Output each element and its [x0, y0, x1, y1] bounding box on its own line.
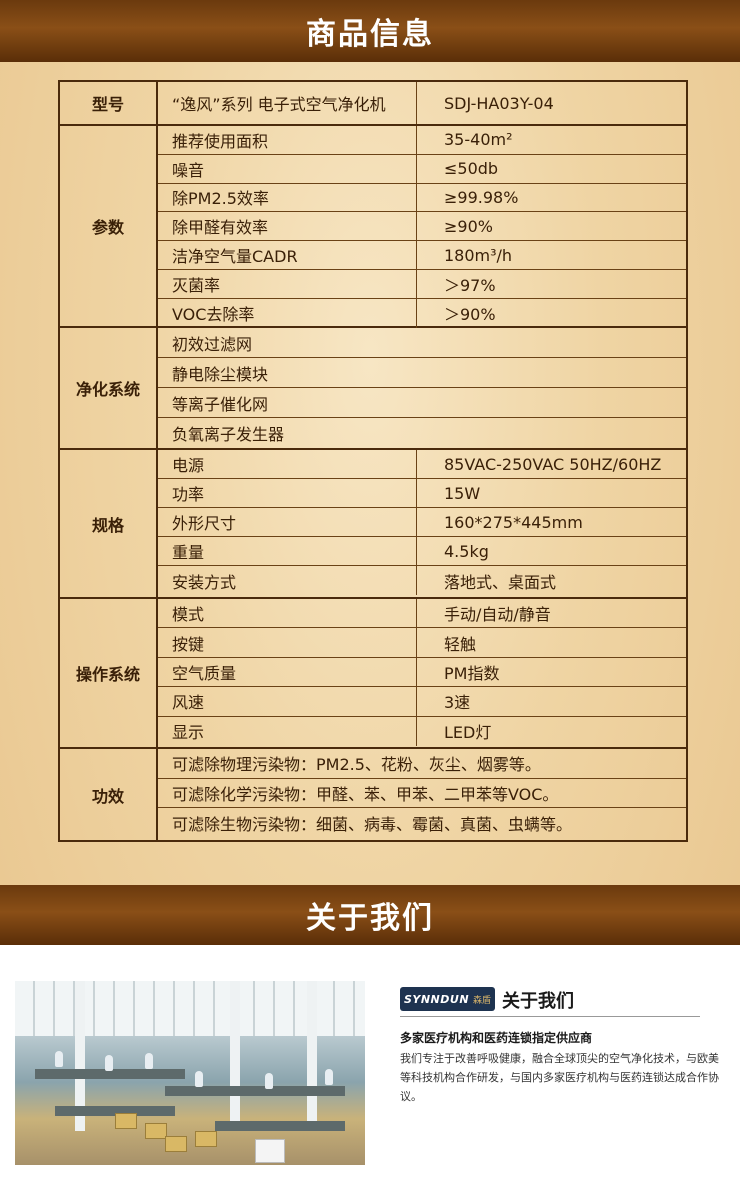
spec-value: 35-40m²	[444, 130, 513, 150]
spec-value: 3速	[444, 693, 471, 713]
effect-section: 功效 可滤除物理污染物：PM2.5、花粉、灰尘、烟雾等。 可滤除化学污染物：甲醛、…	[60, 749, 686, 840]
product-info-banner: 商品信息	[0, 0, 740, 62]
spec-row: 安装方式 落地式、桌面式	[158, 566, 686, 595]
size-label: 规格	[60, 450, 158, 597]
model-row: “逸风”系列 电子式空气净化机 SDJ-HA03Y-04	[158, 82, 686, 124]
spec-row: 静电除尘模块	[158, 358, 686, 388]
spec-row: 风速 3速	[158, 687, 686, 717]
spec-key: 功率	[172, 485, 205, 504]
spec-value: 85VAC-250VAC 50HZ/60HZ	[444, 454, 662, 474]
params-label: 参数	[60, 126, 158, 326]
spec-row: 等离子催化网	[158, 388, 686, 418]
spec-key: 灭菌率	[172, 275, 221, 295]
spec-row: 初效过滤网	[158, 328, 686, 358]
spec-key: 按键	[172, 634, 205, 654]
spec-key: 推荐使用面积	[172, 131, 269, 151]
spec-row: 可滤除物理污染物：PM2.5、花粉、灰尘、烟雾等。	[158, 749, 686, 779]
operate-label: 操作系统	[60, 599, 158, 747]
brand-logo-text: SYNNDUN	[403, 992, 470, 1006]
spec-row: 可滤除生物污染物：细菌、病毒、霉菌、真菌、虫螨等。	[158, 808, 686, 838]
spec-item: 可滤除化学污染物：甲醛、苯、甲苯、二甲苯等VOC。	[172, 784, 559, 804]
spec-item: 可滤除生物污染物：细菌、病毒、霉菌、真菌、虫螨等。	[172, 814, 573, 834]
spec-key: 显示	[172, 723, 205, 743]
about-banner: 关于我们	[0, 885, 740, 945]
spec-value: ＞97%	[444, 275, 496, 295]
page: 商品信息 型号 “逸风”系列 电子式空气净化机 SDJ-HA03Y-04 参数 …	[0, 0, 740, 1192]
spec-row: 推荐使用面积 35-40m²	[158, 126, 686, 155]
spec-key: 除PM2.5效率	[172, 189, 269, 209]
spec-row: 功率 15W	[158, 479, 686, 508]
spec-value: ＞90%	[444, 305, 496, 325]
factory-photo	[15, 981, 365, 1165]
spec-row: 洁净空气量CADR 180m³/h	[158, 241, 686, 270]
spec-item: 初效过滤网	[172, 334, 253, 354]
brand-logo: SYNNDUN 森盾	[400, 987, 495, 1011]
spec-key: 洁净空气量CADR	[172, 247, 298, 267]
model-section: 型号 “逸风”系列 电子式空气净化机 SDJ-HA03Y-04	[60, 82, 686, 126]
spec-value: ≤50db	[444, 159, 499, 179]
spec-row: 除甲醛有效率 ≥90%	[158, 212, 686, 242]
spec-value: PM指数	[444, 663, 500, 683]
spec-row: 按键 轻触	[158, 628, 686, 658]
spec-row: 显示 LED灯	[158, 716, 686, 746]
spec-key: 安装方式	[172, 572, 237, 592]
spec-row: VOC去除率 ＞90%	[158, 298, 686, 328]
model-label: 型号	[60, 82, 158, 124]
spec-value: ≥90%	[444, 216, 493, 236]
spec-key: 模式	[172, 605, 205, 625]
spec-value: 手动/自动/静音	[444, 605, 551, 625]
about-headline: 多家医疗机构和医药连锁指定供应商	[400, 1031, 593, 1045]
spec-row: 灭菌率 ＞97%	[158, 269, 686, 299]
spec-row: 除PM2.5效率 ≥99.98%	[158, 183, 686, 213]
spec-row: 重量 4.5kg	[158, 537, 686, 566]
spec-value: 轻触	[444, 634, 477, 654]
spec-row: 空气质量 PM指数	[158, 657, 686, 688]
params-section: 参数 推荐使用面积 35-40m² 噪音 ≤50db 除PM2.5效率 ≥99.98% 除甲…	[60, 126, 686, 328]
spec-key: 外形尺寸	[172, 514, 237, 533]
spec-value: 180m³/h	[444, 245, 513, 265]
spec-item: 静电除尘模块	[172, 364, 269, 384]
spec-value: LED灯	[444, 723, 492, 743]
purify-label: 净化系统	[60, 328, 158, 448]
spec-row: 负氧离子发生器	[158, 418, 686, 448]
spec-value: ≥99.98%	[444, 187, 519, 207]
spec-value: 4.5kg	[444, 541, 489, 561]
about-section: SYNNDUN 森盾 关于我们 多家医疗机构和医药连锁指定供应商 我们专注于改善…	[0, 945, 740, 1192]
about-divider	[400, 1016, 700, 1017]
spec-key: 重量	[172, 543, 205, 562]
spec-key: 除甲醛有效率	[172, 218, 269, 238]
spec-key: 噪音	[172, 160, 205, 180]
spec-row: 可滤除化学污染物：甲醛、苯、甲苯、二甲苯等VOC。	[158, 779, 686, 808]
effect-label: 功效	[60, 749, 158, 840]
spec-row: 噪音 ≤50db	[158, 154, 686, 184]
spec-item: 可滤除物理污染物：PM2.5、花粉、灰尘、烟雾等。	[172, 755, 541, 775]
spec-key: 空气质量	[172, 663, 237, 683]
spec-value: 160*275*445mm	[444, 512, 583, 532]
size-section: 规格 电源 85VAC-250VAC 50HZ/60HZ 功率 15W 外形尺寸 160*…	[60, 450, 686, 599]
spec-table: 型号 “逸风”系列 电子式空气净化机 SDJ-HA03Y-04 参数 推荐使用面…	[58, 80, 688, 842]
purify-section: 净化系统 初效过滤网静电除尘模块 等离子催化网 负氧离子发生器	[60, 328, 686, 450]
spec-item: 等离子催化网	[172, 394, 269, 414]
brand-logo-cn: 森盾	[473, 995, 492, 1006]
spec-key: VOC去除率	[172, 305, 255, 325]
model-code: SDJ-HA03Y-04	[444, 93, 554, 113]
product-info-title: 商品信息	[306, 17, 434, 52]
spec-row: 模式 手动/自动/静音	[158, 599, 686, 629]
operate-section: 操作系统 模式 手动/自动/静音按键 轻触空气质量 PM指数风速 3速显示 LED灯	[60, 599, 686, 749]
spec-value: 15W	[444, 483, 481, 503]
spec-row: 电源 85VAC-250VAC 50HZ/60HZ	[158, 450, 686, 479]
spec-item: 负氧离子发生器	[172, 425, 285, 444]
about-body: 我们专注于改善呼吸健康，融合全球顶尖的空气净化技术，与欧美等科技机构合作研发，与…	[400, 1052, 719, 1103]
spec-key: 风速	[172, 693, 205, 713]
model-name: “逸风”系列 电子式空气净化机	[172, 95, 386, 114]
spec-row: 外形尺寸 160*275*445mm	[158, 508, 686, 537]
spec-value: 落地式、桌面式	[444, 572, 557, 592]
about-banner-title: 关于我们	[306, 901, 434, 936]
about-title: 关于我们	[502, 991, 574, 1012]
spec-key: 电源	[172, 456, 205, 475]
